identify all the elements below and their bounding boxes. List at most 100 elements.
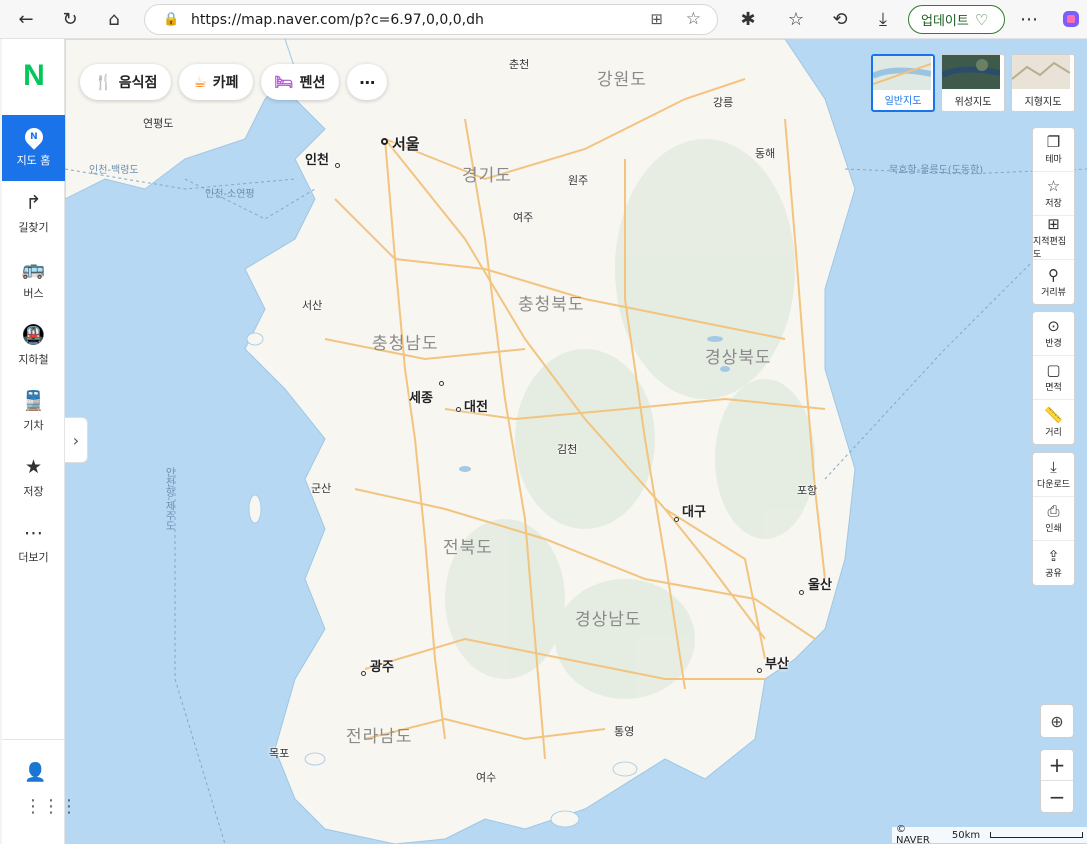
route-label-mukho-ulleung: 묵호항-울릉도(도동항) [889,165,984,176]
apps-grid-icon[interactable]: ⋮⋮⋮ [24,796,78,817]
my-location-button[interactable]: ⊕ [1040,704,1074,738]
address-bar[interactable]: 🔒 https://map.naver.com/p?c=6.97,0,0,0,d… [144,4,718,35]
update-label: 업데이트 [921,14,969,29]
update-button[interactable]: 업데이트 ♡ [908,5,1005,34]
area-icon: ▢ [1046,361,1061,379]
sidebar-item-more[interactable]: ⋯ 더보기 [2,511,65,577]
city-marker-busan[interactable] [757,668,762,673]
tool-label: 거리뷰 [1041,287,1066,298]
tool-cadastral-button[interactable]: ⊞ 지적편집도 [1033,216,1074,260]
town-label-seosan[interactable]: 서산 [302,297,322,313]
city-label-daegu[interactable]: 대구 [682,501,706,520]
panel-expand-button[interactable]: › [65,417,88,463]
maptype-label: 위성지도 [954,97,992,108]
city-marker-daegu[interactable] [674,517,679,522]
town-label-gimcheon[interactable]: 김천 [557,441,577,457]
heart-icon: ♡ [974,10,989,29]
city-marker-daejeon[interactable] [456,407,461,412]
zoom-in-button[interactable]: + [1041,750,1073,781]
city-label-ulsan[interactable]: 울산 [808,574,832,593]
map-footer: © NAVER 50km [892,824,1087,844]
town-label-wonju[interactable]: 원주 [568,172,588,188]
maptype-satellite-button[interactable]: 위성지도 [941,54,1005,112]
favorite-star-icon[interactable]: ☆ [686,9,701,29]
zoom-control: + − [1040,749,1074,813]
town-label-pohang[interactable]: 포항 [797,482,817,498]
town-label-mokpo[interactable]: 목포 [269,745,289,761]
city-label-seoul[interactable]: 서울 [392,133,420,154]
sidebar-item-directions[interactable]: ↱ 길찾기 [2,181,65,247]
city-label-busan[interactable]: 부산 [765,653,789,672]
province-chungbuk: 충청북도 [518,295,585,315]
sidebar-item-label: 더보기 [18,551,49,564]
town-label-gangneung[interactable]: 강릉 [713,94,733,110]
locate-icon: ⊕ [1050,711,1064,731]
maptype-terrain-button[interactable]: 지형지도 [1011,54,1075,112]
copilot-icon[interactable] [1055,4,1087,34]
category-pension-button[interactable]: 🛏 펜션 [260,64,340,100]
tool-streetview-button[interactable]: ⚲ 거리뷰 [1033,260,1074,304]
scale-bar [990,832,1083,838]
favorites-icon[interactable]: ☆ [780,4,812,34]
city-label-daejeon[interactable]: 대전 [464,396,488,415]
tool-distance-button[interactable]: 📏 거리 [1033,400,1074,444]
tool-print-button[interactable]: ⎙ 인쇄 [1033,497,1074,541]
tool-label: 테마 [1045,155,1062,165]
zoom-out-button[interactable]: − [1041,781,1073,812]
city-marker-seoul[interactable] [381,138,388,145]
lock-icon[interactable]: 🔒 [163,12,179,27]
radius-icon: ⊙ [1047,317,1060,335]
back-icon[interactable]: ← [10,4,42,34]
split-tabs-icon[interactable]: ⊞ [650,10,663,28]
tool-share-button[interactable]: ⇪ 공유 [1033,541,1074,585]
refresh-icon[interactable]: ↻ [54,4,86,34]
city-marker-sejong[interactable] [439,381,444,386]
tool-save-button[interactable]: ☆ 저장 [1033,172,1074,216]
city-label-sejong[interactable]: 세종 [409,387,433,406]
map-label-yeonpyeongdo[interactable]: 연평도 [143,115,173,131]
city-marker-incheon[interactable] [335,163,340,168]
maptype-normal-button[interactable]: 일반지도 [871,54,935,112]
town-label-yeosu[interactable]: 여수 [476,769,496,785]
town-label-donghae[interactable]: 동해 [755,145,775,161]
sidebar-item-bus[interactable]: 🚌 버스 [2,247,65,313]
city-marker-ulsan[interactable] [799,590,804,595]
naver-logo[interactable]: N [19,61,49,91]
tool-theme-button[interactable]: ❐ 테마 [1033,128,1074,172]
tool-label: 저장 [1045,199,1062,209]
more-icon[interactable]: ⋯ [1013,4,1045,34]
city-label-gwangju[interactable]: 광주 [370,656,394,675]
city-label-incheon[interactable]: 인천 [305,149,329,168]
history-icon[interactable]: ⟲ [824,4,856,34]
town-label-yeoju[interactable]: 여주 [513,209,533,225]
naver-credit[interactable]: © NAVER [896,824,942,844]
sidebar-item-subway[interactable]: 🚇 지하철 [2,313,65,379]
print-icon: ⎙ [1047,502,1060,520]
sidebar-item-label: 저장 [23,485,44,498]
tool-radius-button[interactable]: ⊙ 반경 [1033,312,1074,356]
tool-group-export: ⤓ 다운로드 ⎙ 인쇄 ⇪ 공유 [1032,452,1075,586]
city-marker-gwangju[interactable] [361,671,366,676]
extensions-icon[interactable]: ✱ [732,4,764,34]
sidebar-item-train[interactable]: 🚆 기차 [2,379,65,445]
map-canvas[interactable]: 연평도 인천-백령도 인천-소연평 묵호항-울릉도(도동항) 인천항-제주도 강… [65,39,1087,844]
downloads-icon[interactable]: ⤓ [867,4,899,34]
sidebar-item-map-home[interactable]: N 지도 홈 [2,115,65,181]
province-jeonbuk: 전북도 [443,538,493,558]
url-text[interactable]: https://map.naver.com/p?c=6.97,0,0,0,dh [191,12,484,28]
tool-download-button[interactable]: ⤓ 다운로드 [1033,453,1074,497]
category-cafe-button[interactable]: ☕ 카페 [179,64,253,100]
category-more-button[interactable]: ⋯ [347,64,388,100]
category-restaurant-button[interactable]: 🍴 음식점 [80,64,172,100]
sidebar-item-label: 버스 [23,287,44,300]
town-label-gunsan[interactable]: 군산 [311,480,331,496]
tool-area-button[interactable]: ▢ 면적 [1033,356,1074,400]
route-label-incheon-jeju: 인천항-제주도 [163,467,174,531]
map-pin-icon: N [20,124,47,150]
town-label-tongyeong[interactable]: 통영 [614,723,634,739]
town-label-chuncheon[interactable]: 춘천 [509,56,529,72]
naver-map-app: 연평도 인천-백령도 인천-소연평 묵호항-울릉도(도동항) 인천항-제주도 강… [0,39,1087,844]
sidebar-item-saved[interactable]: ★ 저장 [2,445,65,511]
home-icon[interactable]: ⌂ [98,4,130,34]
user-avatar-icon[interactable]: 👤 [24,762,46,783]
